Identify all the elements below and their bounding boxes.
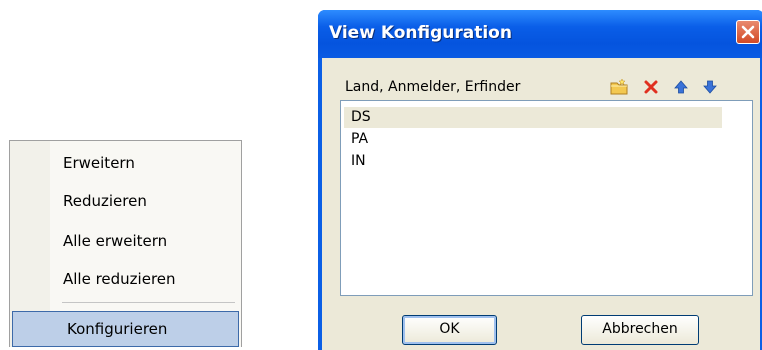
delete-icon[interactable]	[642, 78, 660, 96]
view-konfiguration-dialog: View Konfiguration Land, Anmelder, Erfin…	[318, 10, 762, 350]
context-menu: Erweitern Reduzieren Alle erweitern Alle…	[9, 140, 242, 347]
ok-button[interactable]: OK	[402, 315, 497, 345]
list-header-label: Land, Anmelder, Erfinder	[345, 79, 521, 95]
menu-item-alle-erweitern[interactable]: Alle erweitern	[63, 232, 167, 250]
arrow-up-icon[interactable]	[672, 78, 690, 96]
list-item[interactable]: PA	[351, 131, 368, 147]
list-item[interactable]: IN	[351, 153, 366, 169]
dialog-title: View Konfiguration	[329, 23, 512, 43]
menu-item-reduzieren[interactable]: Reduzieren	[63, 192, 147, 210]
configuration-list[interactable]: DS PA IN	[340, 100, 753, 296]
menu-item-alle-reduzieren[interactable]: Alle reduzieren	[63, 270, 176, 288]
close-button[interactable]	[736, 20, 760, 44]
menu-item-erweitern[interactable]: Erweitern	[63, 154, 135, 172]
cancel-button[interactable]: Abbrechen	[581, 315, 699, 345]
close-icon	[741, 25, 755, 39]
title-bar[interactable]: View Konfiguration	[318, 10, 762, 58]
list-item-selected[interactable]: DS	[344, 107, 722, 128]
dialog-body: Land, Anmelder, Erfinder DS PA IN OK Abb…	[322, 58, 760, 350]
arrow-down-icon[interactable]	[701, 78, 719, 96]
menu-item-label: Konfigurieren	[67, 320, 168, 338]
folder-icon[interactable]	[610, 78, 628, 96]
menu-item-konfigurieren[interactable]: Konfigurieren	[12, 311, 239, 347]
menu-separator	[62, 302, 235, 303]
list-header: Land, Anmelder, Erfinder	[340, 74, 753, 101]
